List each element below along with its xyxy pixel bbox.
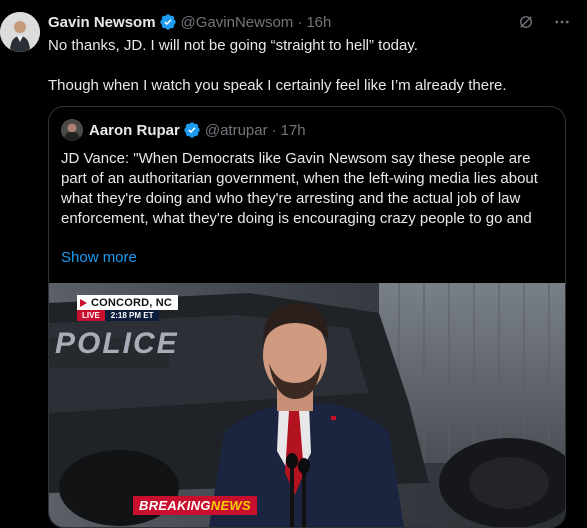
author-handle[interactable]: @GavinNewsom (181, 14, 294, 31)
separator-dot: · (297, 13, 303, 31)
tweet-text: No thanks, JD. I will not be going “stra… (48, 36, 568, 96)
breaking-label: BREAKING (139, 498, 211, 513)
quoted-author-name: Aaron Rupar (89, 121, 180, 139)
quoted-tweet[interactable]: Aaron Rupar @atrupar · 17h JD Vance: "Wh… (48, 106, 566, 528)
news-chyron-top: CONCORD, NC LIVE 2:18 PM ET (77, 295, 179, 321)
chyron-time: 2:18 PM ET (104, 310, 160, 321)
show-more-link[interactable]: Show more (61, 249, 137, 266)
breaking-news-label: NEWS (210, 498, 251, 513)
quoted-tweet-header: Aaron Rupar @atrupar · 17h (61, 119, 306, 141)
chyron-bar: LIVE 2:18 PM ET (77, 310, 178, 321)
author-name[interactable]: Gavin Newsom (48, 14, 156, 31)
quoted-media-video[interactable]: POLICE CONCORD, NC LIVE 2:18 PM ET BREAK… (49, 283, 565, 527)
quoted-tweet-text: JD Vance: "When Democrats like Gavin New… (61, 150, 538, 227)
tweet-timestamp[interactable]: 16h (306, 14, 331, 31)
police-vehicle-text: POLICE (55, 327, 179, 360)
verified-badge-icon (184, 122, 200, 138)
tweet-text-line2: Though when I watch you speak I certainl… (48, 77, 507, 94)
chyron-location: CONCORD, NC (77, 295, 179, 310)
tweet-actions-top (517, 13, 571, 31)
verified-badge-icon (159, 14, 176, 30)
more-icon[interactable] (553, 13, 571, 31)
grok-icon[interactable] (517, 13, 535, 31)
quoted-author-handle: @atrupar (204, 121, 268, 139)
breaking-news-banner: BREAKINGNEWS (133, 496, 257, 515)
tweet-header: Gavin Newsom @GavinNewsom · 16h (48, 12, 331, 32)
quoted-author-avatar (61, 119, 83, 141)
chyron-live-label: LIVE (77, 310, 105, 321)
author-avatar[interactable] (0, 12, 40, 52)
tweet-text-line1: No thanks, JD. I will not be going “stra… (48, 37, 418, 54)
separator-dot: · (271, 121, 277, 139)
quoted-timestamp: 17h (280, 121, 306, 139)
